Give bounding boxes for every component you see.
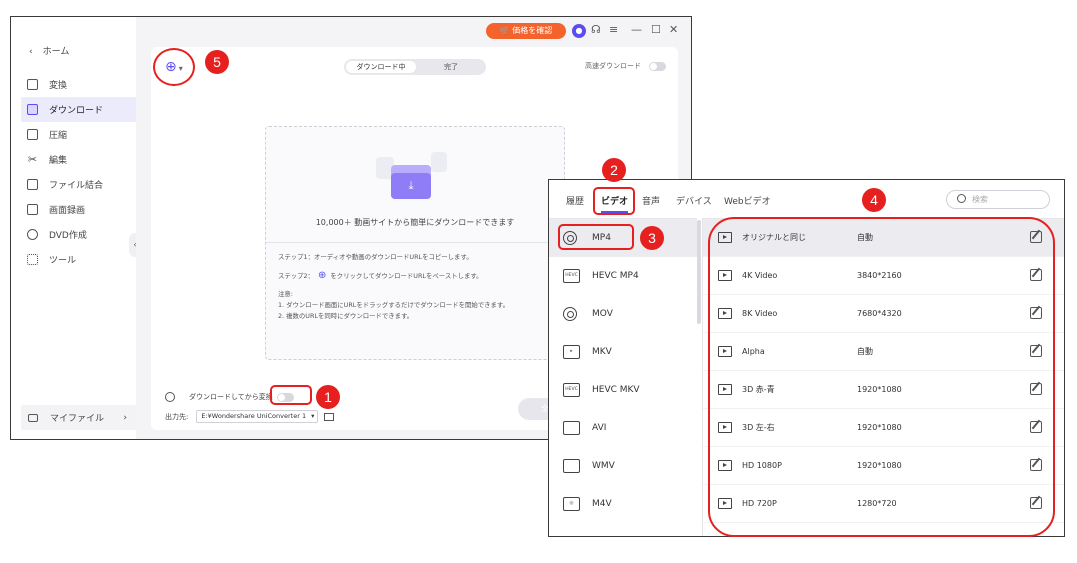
tab-history[interactable]: 履歴 bbox=[566, 194, 584, 207]
download-icon bbox=[27, 104, 38, 115]
m4v-icon: ◎ bbox=[563, 497, 580, 511]
convert-icon bbox=[27, 79, 38, 90]
drop-instructions: ステップ1：オーディオや動画のダウンロードURLをコピーします。 ステップ2： ⊕… bbox=[266, 242, 564, 331]
high-speed-download: 高速ダウンロード bbox=[585, 61, 666, 71]
download-folder-icon: ⤓ bbox=[391, 165, 431, 199]
format-item-hevc-mkv[interactable]: HEVC HEVC MKV bbox=[549, 371, 697, 409]
close-icon[interactable]: ✕ bbox=[669, 23, 678, 37]
format-item-m4v[interactable]: ◎ M4V bbox=[549, 485, 697, 523]
scissors-icon: ✂ bbox=[27, 153, 38, 166]
highlight-convert-toggle bbox=[270, 385, 312, 405]
note-2: 2. 複数のURLを同時にダウンロードできます。 bbox=[278, 312, 414, 320]
annotation-badge-5: 5 bbox=[205, 50, 229, 74]
highlight-mp4-item bbox=[558, 224, 634, 250]
step1-text: ステップ1：オーディオや動画のダウンロードURLをコピーします。 bbox=[278, 253, 473, 261]
highlight-video-tab bbox=[593, 187, 635, 215]
step2-line: ステップ2： ⊕ をクリックしてダウンロードURLをペーストします。 bbox=[278, 270, 483, 281]
format-item-mkv[interactable]: ▸ MKV bbox=[549, 333, 697, 371]
note-1: 1. ダウンロード画面にURLをドラッグするだけでダウンロードを開始できます。 bbox=[278, 301, 510, 309]
back-arrow-icon: ‹ bbox=[29, 47, 33, 57]
format-item-mov[interactable]: MOV bbox=[549, 295, 697, 333]
menu-icon[interactable]: ≡ bbox=[609, 23, 618, 37]
highlight-add-button bbox=[153, 48, 195, 86]
output-path-select[interactable]: E:¥Wondershare UniConverter 1 ▾ bbox=[196, 410, 319, 423]
sidebar-item-edit[interactable]: ✂ 編集 bbox=[21, 147, 137, 172]
merge-icon bbox=[27, 179, 38, 190]
home-link[interactable]: ‹ ホーム bbox=[29, 44, 69, 57]
sidebar-item-download[interactable]: ダウンロード bbox=[21, 97, 137, 122]
high-speed-toggle[interactable] bbox=[649, 61, 666, 71]
search-icon bbox=[957, 194, 966, 203]
highlight-quality-list bbox=[708, 217, 1055, 537]
annotation-badge-4: 4 bbox=[862, 188, 886, 212]
mov-icon bbox=[563, 307, 577, 321]
wmv-icon bbox=[563, 459, 580, 473]
user-avatar[interactable]: ● bbox=[572, 24, 586, 38]
format-item-hevc-mp4[interactable]: HEVC HEVC MP4 bbox=[549, 257, 697, 295]
format-search-input[interactable]: 検索 bbox=[946, 190, 1050, 209]
screenshot-stage: ‹ ホーム 変換 ダウンロード 圧縮 ✂ 編集 ファイル結合 画面録画 DVD作成 … bbox=[0, 0, 1077, 563]
download-status-tabs: ダウンロード中 完了 bbox=[344, 59, 486, 75]
sidebar-item-tools[interactable]: ツール bbox=[21, 247, 137, 272]
maximize-icon[interactable]: ☐ bbox=[651, 23, 661, 37]
folder-front: ⤓ bbox=[391, 173, 431, 199]
sidebar-item-screen-record[interactable]: 画面録画 bbox=[21, 197, 137, 222]
tab-web-video[interactable]: Webビデオ bbox=[724, 194, 771, 207]
title-bar: 🛒 価格を確認 ● ☊ ≡ — ☐ ✕ bbox=[136, 17, 691, 45]
note-title: 注意: bbox=[278, 290, 293, 298]
chevron-right-icon: › bbox=[123, 412, 127, 423]
decor-shape bbox=[431, 152, 447, 172]
screen-record-icon bbox=[27, 204, 38, 215]
sidebar-item-compress[interactable]: 圧縮 bbox=[21, 122, 137, 147]
format-list-scrollbar[interactable] bbox=[697, 220, 701, 324]
sidebar: ‹ ホーム 変換 ダウンロード 圧縮 ✂ 編集 ファイル結合 画面録画 DVD作成 … bbox=[11, 17, 137, 439]
output-row: 出力先: E:¥Wondershare UniConverter 1 ▾ bbox=[165, 410, 335, 423]
sidebar-item-dvd[interactable]: DVD作成 bbox=[21, 222, 137, 247]
check-price-button[interactable]: 🛒 価格を確認 bbox=[486, 23, 566, 39]
sidebar-item-merge[interactable]: ファイル結合 bbox=[21, 172, 137, 197]
open-folder-icon[interactable] bbox=[324, 412, 335, 421]
hevc-icon: HEVC bbox=[563, 383, 580, 397]
headset-icon[interactable]: ☊ bbox=[591, 23, 601, 37]
tab-downloading[interactable]: ダウンロード中 bbox=[346, 61, 416, 73]
sidebar-item-convert[interactable]: 変換 bbox=[21, 72, 137, 97]
link-add-icon: ⊕ bbox=[318, 270, 327, 281]
tools-grid-icon bbox=[27, 254, 38, 265]
dvd-icon bbox=[27, 229, 38, 240]
tab-audio[interactable]: 音声 bbox=[642, 194, 660, 207]
chevron-down-icon: ▾ bbox=[311, 412, 315, 420]
mkv-icon: ▸ bbox=[563, 345, 580, 359]
url-drop-area[interactable]: ⤓ 10,000＋ 動画サイトから簡単にダウンロードできます ステップ1：オーデ… bbox=[265, 126, 565, 360]
tab-finished[interactable]: 完了 bbox=[416, 59, 486, 75]
my-files-button[interactable]: マイファイル › bbox=[21, 405, 137, 430]
minimize-icon[interactable]: — bbox=[631, 23, 642, 37]
annotation-badge-2: 2 bbox=[602, 158, 626, 182]
annotation-badge-1: 1 bbox=[316, 385, 340, 409]
annotation-badge-3: 3 bbox=[640, 226, 664, 250]
avi-icon bbox=[563, 421, 580, 435]
format-item-avi[interactable]: AVI bbox=[549, 409, 697, 447]
tab-device[interactable]: デバイス bbox=[676, 194, 712, 207]
folder-icon bbox=[28, 413, 38, 422]
drop-main-text: 10,000＋ 動画サイトから簡単にダウンロードできます bbox=[315, 218, 515, 227]
clock-icon bbox=[165, 392, 175, 402]
compress-icon bbox=[27, 129, 38, 140]
sidebar-nav: 変換 ダウンロード 圧縮 ✂ 編集 ファイル結合 画面録画 DVD作成 ツール bbox=[21, 72, 137, 272]
format-list: MP4 HEVC HEVC MP4 MOV ▸ MKV HEVC HEVC MKV A… bbox=[549, 218, 697, 536]
hevc-icon: HEVC bbox=[563, 269, 580, 283]
format-item-wmv[interactable]: WMV bbox=[549, 447, 697, 485]
